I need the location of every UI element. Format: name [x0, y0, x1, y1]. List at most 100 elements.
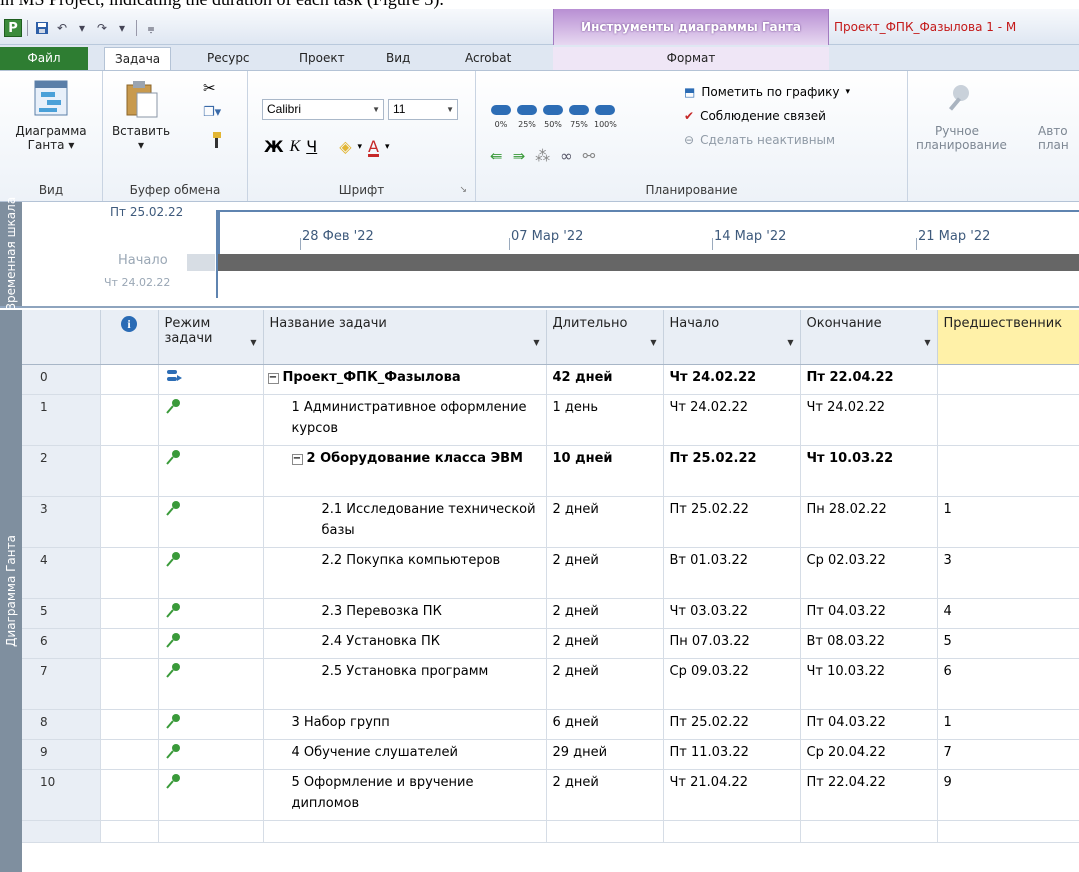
gantt-chart-button[interactable]: Диаграмма Ганта ▾ [6, 79, 96, 152]
predecessors-cell[interactable]: 6 [937, 658, 1079, 710]
finish-cell[interactable]: Пт 22.04.22 [800, 364, 938, 395]
font-color-button[interactable]: A [368, 137, 379, 156]
split-task-icon[interactable]: ⁂ [535, 147, 550, 165]
row-number[interactable]: 4 [22, 547, 101, 599]
predecessors-cell[interactable]: 7 [937, 739, 1079, 770]
task-name-cell[interactable]: − Проект_ФПК_Фазылова [263, 364, 547, 395]
respect-links-button[interactable]: ✔ Соблюдение связей [684, 109, 826, 123]
header-task-name[interactable]: Название задачи ▼ [263, 310, 547, 365]
task-name-cell[interactable]: 4 Обучение слушателей [263, 739, 547, 770]
finish-cell[interactable]: Чт 10.03.22 [800, 658, 938, 710]
finish-cell[interactable]: Ср 20.04.22 [800, 739, 938, 770]
redo-dropdown-icon[interactable]: ▾ [113, 19, 131, 37]
predecessors-cell[interactable] [937, 364, 1079, 395]
underline-button[interactable]: Ч [306, 137, 317, 156]
duration-cell[interactable]: 42 дней [546, 364, 664, 395]
task-name-cell[interactable]: 2.4 Установка ПК [263, 628, 547, 659]
duration-cell[interactable]: 2 дней [546, 628, 664, 659]
inactivate-button[interactable]: ⊖ Сделать неактивным [684, 133, 835, 147]
tab-project[interactable]: Проект [289, 47, 355, 70]
start-cell[interactable]: Чт 24.02.22 [663, 394, 801, 446]
row-number[interactable]: 7 [22, 658, 101, 710]
table-row[interactable]: 1 1 Административное оформление курсов 1 д… [22, 394, 1079, 446]
header-row-number[interactable] [22, 310, 101, 365]
task-mode-cell[interactable] [158, 739, 264, 770]
cut-icon[interactable]: ✂ [203, 79, 216, 97]
task-name-cell[interactable]: 2.5 Установка программ [263, 658, 547, 710]
row-number[interactable]: 9 [22, 739, 101, 770]
copy-icon[interactable]: ❐▾ [203, 105, 221, 120]
start-cell[interactable]: Ср 09.03.22 [663, 658, 801, 710]
predecessors-cell[interactable]: 3 [937, 547, 1079, 599]
link-tasks-icon[interactable]: ∞ [560, 147, 573, 165]
save-icon[interactable] [33, 19, 51, 37]
pct-50-button[interactable]: 50% [542, 103, 564, 129]
table-row[interactable]: 2−2 Оборудование класса ЭВМ 10 дней Пт 25.… [22, 445, 1079, 497]
mark-on-track-button[interactable]: ⬒ Пометить по графику ▾ [684, 85, 850, 99]
pct-0-button[interactable]: 0% [490, 103, 512, 129]
task-name-cell[interactable]: 2.1 Исследование технической базы [263, 496, 547, 548]
auto-schedule-button[interactable]: Авто план [1038, 124, 1079, 152]
row-number[interactable]: 0 [22, 364, 101, 395]
customize-qat-icon[interactable]: ⩦ [142, 19, 160, 37]
bold-button[interactable]: Ж [264, 137, 284, 156]
font-size-select[interactable]: 11 ▼ [388, 99, 458, 120]
table-row[interactable]: 8 3 Набор групп 6 дней Пт 25.02.22 Пт 04.03.… [22, 709, 1079, 740]
header-info[interactable]: i [100, 310, 159, 365]
duration-cell[interactable]: 2 дней [546, 598, 664, 629]
task-mode-cell[interactable] [158, 598, 264, 629]
row-number[interactable]: 5 [22, 598, 101, 629]
task-mode-cell[interactable] [158, 769, 264, 821]
start-cell[interactable]: Пт 25.02.22 [663, 445, 801, 497]
task-mode-cell[interactable] [158, 658, 264, 710]
unlink-tasks-icon[interactable]: ⚯ [583, 147, 596, 165]
duration-cell[interactable]: 2 дней [546, 658, 664, 710]
task-name-cell[interactable]: 5 Оформление и вручение дипломов [263, 769, 547, 821]
start-cell[interactable]: Чт 21.04.22 [663, 769, 801, 821]
finish-cell[interactable]: Пн 28.02.22 [800, 496, 938, 548]
start-cell[interactable]: Чт 24.02.22 [663, 364, 801, 395]
collapse-toggle-icon[interactable]: − [291, 453, 303, 465]
finish-cell[interactable]: Пт 04.03.22 [800, 709, 938, 740]
undo-dropdown-icon[interactable]: ▾ [73, 19, 91, 37]
start-cell[interactable]: Пт 25.02.22 [663, 709, 801, 740]
table-row[interactable]: 6 2.4 Установка ПК 2 дней Пн 07.03.22 Вт 08.… [22, 628, 1079, 659]
table-row[interactable]: 9 4 Обучение слушателей 29 дней Пт 11.03.22… [22, 739, 1079, 770]
undo-icon[interactable]: ↶ [53, 19, 71, 37]
duration-cell[interactable]: 29 дней [546, 739, 664, 770]
table-row[interactable]: 0 − Проект_ФПК_Фазылова 42 дней Чт 24.02.22 П… [22, 364, 1079, 395]
start-cell[interactable]: Пт 25.02.22 [663, 496, 801, 548]
italic-button[interactable]: К [290, 138, 301, 156]
tab-format[interactable]: Формат [553, 47, 829, 70]
task-mode-cell[interactable] [158, 628, 264, 659]
indent-icon[interactable]: ⇛ [513, 147, 526, 165]
tab-acrobat[interactable]: Acrobat [455, 47, 521, 70]
collapse-toggle-icon[interactable]: − [267, 372, 279, 384]
task-mode-cell[interactable] [158, 364, 264, 395]
table-row[interactable]: 4 2.2 Покупка компьютеров 2 дней Вт 01.03.2… [22, 547, 1079, 599]
finish-cell[interactable]: Чт 24.02.22 [800, 394, 938, 446]
duration-cell[interactable]: 10 дней [546, 445, 664, 497]
header-finish[interactable]: Окончание ▼ [800, 310, 938, 365]
pct-25-button[interactable]: 25% [516, 103, 538, 129]
duration-cell[interactable]: 2 дней [546, 496, 664, 548]
predecessors-cell[interactable]: 4 [937, 598, 1079, 629]
task-name-cell[interactable]: 3 Набор групп [263, 709, 547, 740]
tab-file[interactable]: Файл [0, 47, 88, 70]
empty-row[interactable] [22, 820, 1079, 843]
start-cell[interactable]: Пт 11.03.22 [663, 739, 801, 770]
highlight-dropdown-icon[interactable]: ▾ [358, 142, 363, 152]
predecessors-cell[interactable]: 1 [937, 709, 1079, 740]
tab-view[interactable]: Вид [376, 47, 420, 70]
finish-cell[interactable]: Чт 10.03.22 [800, 445, 938, 497]
duration-cell[interactable]: 6 дней [546, 709, 664, 740]
row-number[interactable]: 1 [22, 394, 101, 446]
duration-cell[interactable]: 2 дней [546, 769, 664, 821]
duration-cell[interactable]: 2 дней [546, 547, 664, 599]
predecessors-cell[interactable] [937, 445, 1079, 497]
timeline-bar[interactable] [218, 254, 1079, 271]
project-app-icon[interactable]: P [4, 19, 22, 37]
start-cell[interactable]: Вт 01.03.22 [663, 547, 801, 599]
tab-resource[interactable]: Ресурс [197, 47, 260, 70]
start-cell[interactable]: Чт 03.03.22 [663, 598, 801, 629]
